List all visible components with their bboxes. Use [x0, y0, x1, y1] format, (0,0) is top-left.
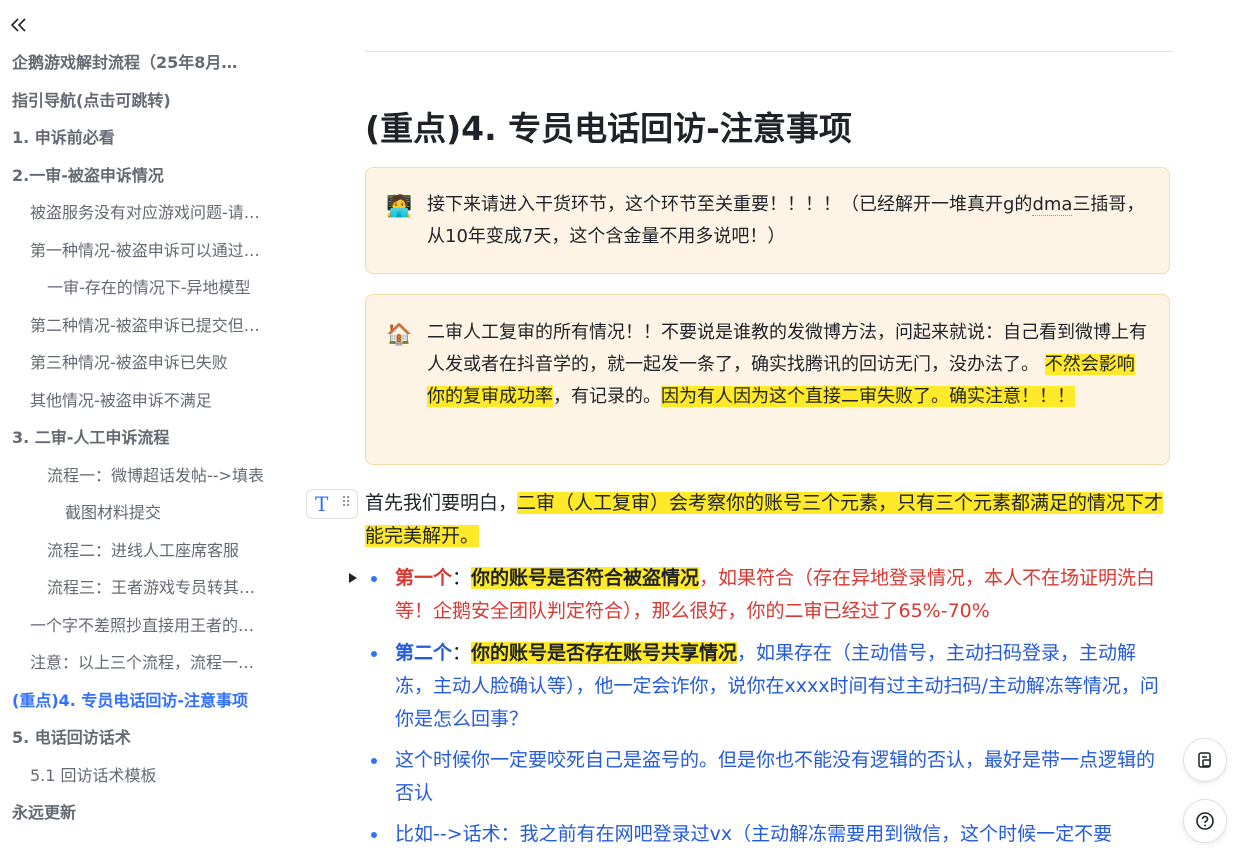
bullet-text: 比如-->话术：我之前有在网吧登录过vx（主动解冻需要用到微信，这个时候一定不要 [395, 823, 1113, 845]
text-type-icon[interactable]: T [315, 492, 328, 516]
technologist-emoji-icon: 🧑‍💻 [386, 194, 413, 218]
highlighted-text: 你的账号是否存在账号共享情况 [471, 642, 738, 664]
block-toolbar[interactable]: T ⠿ [306, 489, 358, 519]
bullet-item[interactable]: 这个时候你一定要咬死自己是盗号的。但是你也不能没有逻辑的否认，最好是带一点逻辑的… [365, 744, 1173, 810]
toc-item[interactable]: 2.一审-被盗申诉情况 [0, 157, 300, 195]
page-title: (重点)4. 专员电话回访-注意事项 [365, 109, 852, 148]
toc-item[interactable]: 流程二：进线人工座席客服 [0, 532, 300, 570]
text-paragraph[interactable]: 首先我们要明白，二审（人工复审）会考察你的账号三个元素，只有三个元素都满足的情况… [365, 487, 1170, 553]
highlighted-text: 你的账号是否符合被盗情况 [471, 567, 700, 589]
callout-block[interactable]: 🧑‍💻 接下来请进入干货环节，这个环节至关重要！！！！（已经解开一堆真开g的dm… [365, 167, 1170, 274]
toc-item[interactable]: 1. 申诉前必看 [0, 119, 300, 157]
bullet-dot [371, 576, 377, 582]
colon: ： [452, 567, 472, 589]
double-chevron-left-icon[interactable] [8, 14, 30, 36]
colon: ： [452, 642, 472, 664]
toc-item[interactable]: 永远更新 [0, 794, 300, 832]
toc-item[interactable]: 5. 电话回访话术 [0, 719, 300, 757]
toc-item[interactable]: 流程一：微博超话发帖-->填表 [0, 457, 300, 495]
toc-item[interactable]: 一个字不差照抄直接用王者的… [0, 607, 300, 645]
bullet-item[interactable]: 第一个：你的账号是否符合被盗情况，如果符合（存在异地登录情况，本人不在场证明洗白… [365, 562, 1173, 628]
callout-text: ，有记录的。 [553, 386, 661, 407]
callout-block[interactable]: 🏠 二审人工复审的所有情况！！不要说是谁教的发微博方法，问起来就说：自己看到微博… [365, 294, 1170, 465]
outline-button[interactable] [1183, 738, 1227, 782]
callout-text: 接下来请进入干货环节，这个环节至关重要！！！！（已经解开一堆真开g的 [427, 194, 1033, 215]
bullet-text: 这个时候你一定要咬死自己是盗号的。但是你也不能没有逻辑的否认，最好是带一点逻辑的… [395, 749, 1156, 804]
table-of-contents: 企鹅游戏解封流程（25年8月… 指引导航(点击可跳转) 1. 申诉前必看 2.一审-被… [0, 44, 300, 832]
bullet-lead: 第二个 [395, 642, 453, 664]
toc-item[interactable]: 流程三：王者游戏专员转其… [0, 569, 300, 607]
bullet-item[interactable]: 比如-->话术：我之前有在网吧登录过vx（主动解冻需要用到微信，这个时候一定不要 [365, 818, 1173, 851]
toc-item[interactable]: 截图材料提交 [0, 494, 300, 532]
toc-item[interactable]: 第一种情况-被盗申诉可以通过… [0, 232, 300, 270]
document-main: (重点)4. 专员电话回访-注意事项 🧑‍💻 接下来请进入干货环节，这个环节至关… [300, 0, 1254, 845]
toc-item[interactable]: 注意：以上三个流程，流程一… [0, 644, 300, 682]
toc-item[interactable]: 企鹅游戏解封流程（25年8月… [0, 44, 300, 82]
callout-text: 二审人工复审的所有情况！！不要说是谁教的发微博方法，问起来就说：自己看到微博上有… [427, 322, 1147, 375]
house-emoji-icon: 🏠 [386, 322, 413, 346]
highlighted-text: 因为有人因为这个直接二审失败了。确实注意！！！ [661, 386, 1075, 407]
toc-item[interactable]: 指引导航(点击可跳转) [0, 82, 300, 120]
bullet-item[interactable]: 第二个：你的账号是否存在账号共享情况，如果存在（主动借号，主动扫码登录，主动解冻… [365, 637, 1173, 736]
help-button[interactable] [1183, 799, 1227, 843]
paragraph-text: 首先我们要明白， [365, 492, 518, 514]
toc-item[interactable]: 被盗服务没有对应游戏问题-请… [0, 194, 300, 232]
toc-item[interactable]: 5.1 回访话术模板 [0, 757, 300, 795]
divider [365, 51, 1172, 52]
toc-item[interactable]: 3. 二审-人工申诉流程 [0, 419, 300, 457]
toc-item[interactable]: 第二种情况-被盗申诉已提交但… [0, 307, 300, 345]
toc-item[interactable]: 一审-存在的情况下-异地模型 [0, 269, 300, 307]
sidebar: 企鹅游戏解封流程（25年8月… 指引导航(点击可跳转) 1. 申诉前必看 2.一审-被… [0, 0, 300, 840]
bullet-dot [371, 832, 377, 838]
toc-item[interactable]: (重点)4. 专员电话回访-注意事项 [0, 682, 300, 720]
callout-text-dotted: dma [1032, 194, 1073, 216]
bullet-lead: 第一个 [395, 567, 453, 589]
bullet-dot [371, 758, 377, 764]
drag-handle-icon[interactable]: ⠿ [341, 495, 351, 511]
outline-icon [1198, 752, 1211, 768]
toc-item[interactable]: 第三种情况-被盗申诉已失败 [0, 344, 300, 382]
fold-triangle-icon[interactable] [347, 570, 359, 584]
help-icon [1196, 812, 1214, 830]
toc-item[interactable]: 其他情况-被盗申诉不满足 [0, 382, 300, 420]
bullet-dot [371, 651, 377, 657]
